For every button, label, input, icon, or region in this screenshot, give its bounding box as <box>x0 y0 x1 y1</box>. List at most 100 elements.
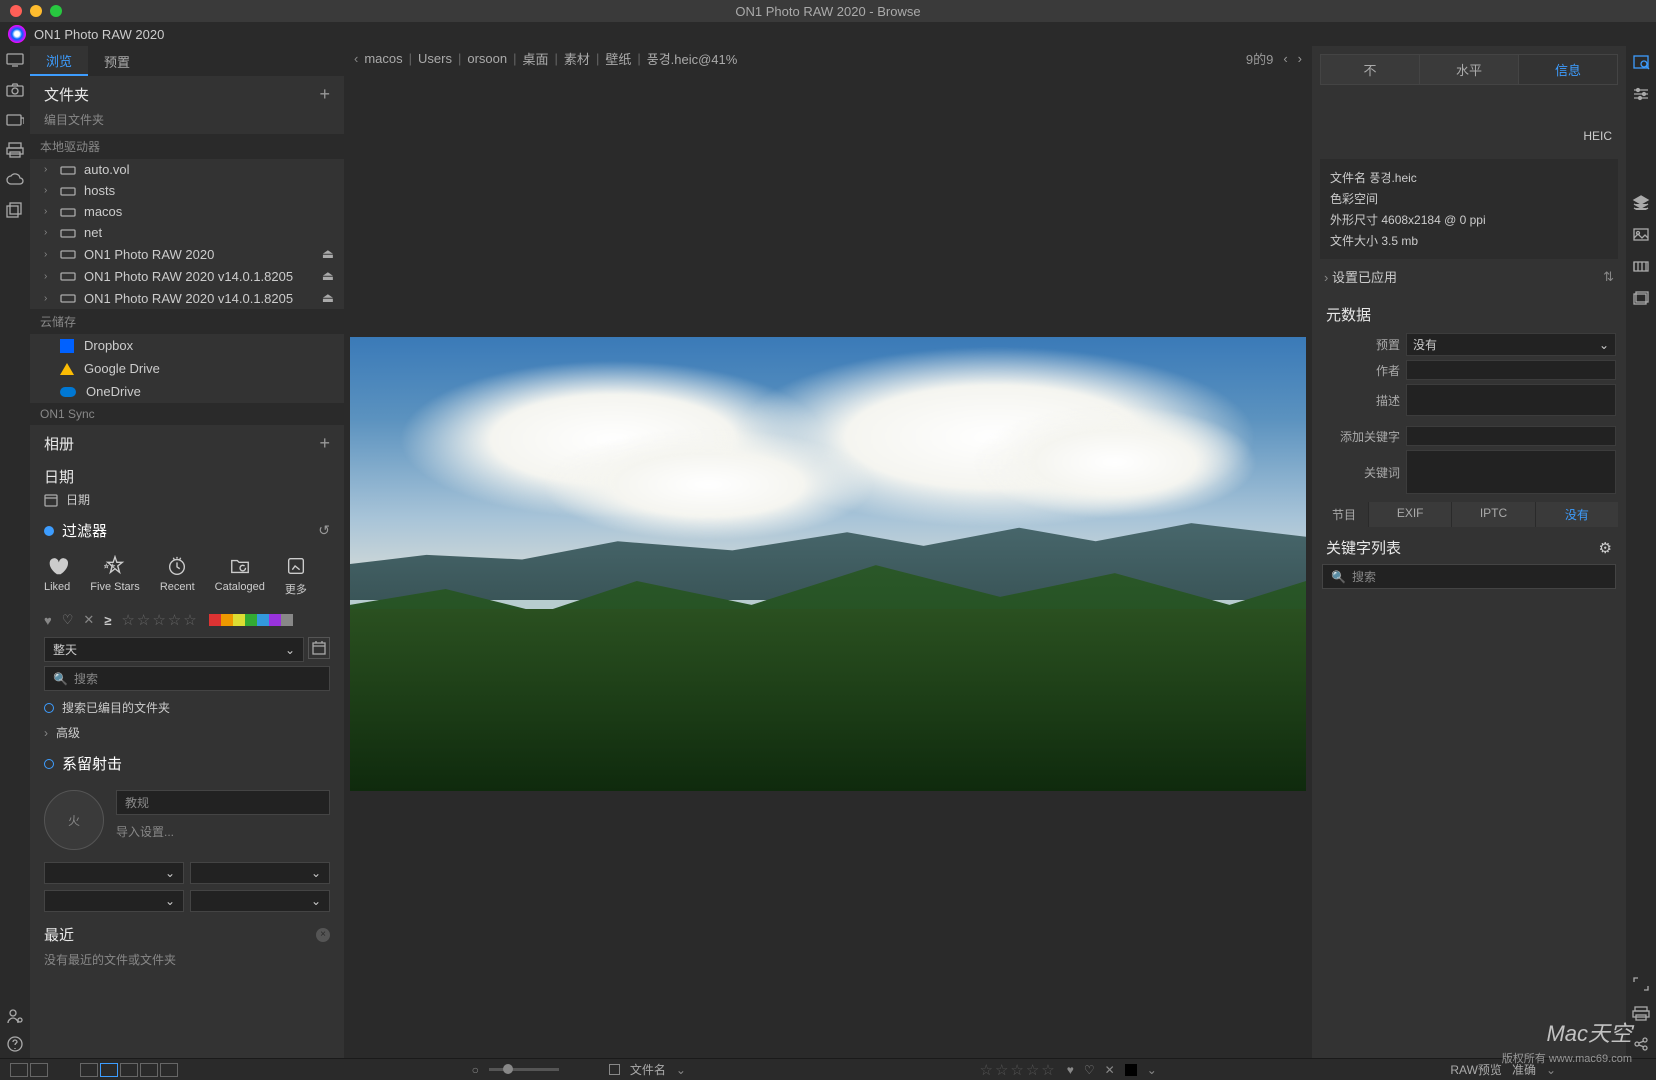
copy-icon[interactable] <box>6 202 24 218</box>
maximize-window[interactable] <box>50 5 62 17</box>
sort-asc-icon[interactable]: ○ <box>472 1063 479 1077</box>
print-icon[interactable] <box>1632 1006 1650 1022</box>
nav-back-button[interactable]: ‹ <box>354 51 358 66</box>
help-icon[interactable] <box>6 1036 24 1052</box>
user-settings-icon[interactable] <box>6 1008 24 1024</box>
footer-color-label[interactable] <box>1125 1064 1137 1076</box>
cloud-dropbox[interactable]: Dropbox <box>30 334 344 357</box>
stack-icon[interactable] <box>1632 290 1650 306</box>
filter-liked[interactable]: Liked <box>44 555 70 597</box>
close-window[interactable] <box>10 5 22 17</box>
gte-icon[interactable]: ≥ <box>104 613 111 628</box>
time-dropdown[interactable]: 整天⌄ <box>44 637 304 662</box>
tether-dd2[interactable]: ⌄ <box>190 862 330 884</box>
folder-item[interactable]: ›ON1 Photo RAW 2020⏏ <box>30 243 344 265</box>
footer-rating[interactable]: ☆☆☆☆☆ <box>980 1061 1057 1079</box>
filter-more[interactable]: 更多 <box>285 555 307 597</box>
view-map[interactable] <box>160 1063 178 1077</box>
tab-presets[interactable]: 预置 <box>88 46 146 76</box>
folder-item[interactable]: ›macos <box>30 201 344 222</box>
image-viewer[interactable] <box>344 70 1312 1058</box>
cloud-onedrive[interactable]: OneDrive <box>30 380 344 403</box>
folder-item[interactable]: ›hosts <box>30 180 344 201</box>
fire-button[interactable]: 火 <box>44 790 104 850</box>
heart-fill-icon[interactable]: ♥ <box>1067 1063 1074 1077</box>
tether-name-field[interactable]: 教规 <box>116 790 330 815</box>
cloud-gdrive[interactable]: Google Drive <box>30 357 344 380</box>
swatch-gray[interactable] <box>281 614 293 626</box>
filter-cataloged[interactable]: Cataloged <box>215 555 265 597</box>
sliders-icon[interactable] <box>1632 86 1650 102</box>
tether-dd3[interactable]: ⌄ <box>44 890 184 912</box>
minimize-window[interactable] <box>30 5 42 17</box>
date-item[interactable]: 日期 <box>30 487 344 512</box>
keywords-input[interactable] <box>1406 450 1616 494</box>
crumb[interactable]: orsoon <box>467 51 507 66</box>
settings-applied-expander[interactable]: › 设置已应用 ⇅ <box>1312 259 1626 294</box>
reject-icon[interactable]: ✕ <box>1105 1063 1115 1077</box>
prev-image-button[interactable]: ‹ <box>1283 51 1287 66</box>
filename-sort[interactable]: 文件名 <box>630 1061 666 1078</box>
fullscreen-icon[interactable] <box>1632 976 1650 992</box>
keyword-search-input[interactable]: 🔍搜索 <box>1322 564 1616 589</box>
eject-icon[interactable]: ⏏ <box>322 246 334 262</box>
crumb[interactable]: macos <box>364 51 402 66</box>
filter-five-stars[interactable]: Five Stars <box>90 555 140 597</box>
add-album-button[interactable]: + <box>319 433 330 454</box>
swatch-purple[interactable] <box>269 614 281 626</box>
cloud-icon[interactable] <box>6 172 24 188</box>
description-input[interactable] <box>1406 384 1616 416</box>
print-icon[interactable] <box>6 142 24 158</box>
folder-item[interactable]: ›net <box>30 222 344 243</box>
preset-dropdown[interactable]: 没有⌄ <box>1406 333 1616 356</box>
layout-2[interactable] <box>30 1063 48 1077</box>
tether-dd4[interactable]: ⌄ <box>190 890 330 912</box>
filmstrip-icon[interactable] <box>1632 258 1650 274</box>
crumb[interactable]: Users <box>418 51 452 66</box>
author-input[interactable] <box>1406 360 1616 380</box>
star-rating[interactable]: ☆☆☆☆☆ <box>121 611 198 629</box>
tether-dd1[interactable]: ⌄ <box>44 862 184 884</box>
accurate-button[interactable]: 准确 <box>1512 1061 1536 1078</box>
view-film[interactable] <box>120 1063 138 1077</box>
add-keyword-input[interactable] <box>1406 426 1616 446</box>
heart-outline-icon[interactable]: ♡ <box>1084 1063 1095 1077</box>
share-icon[interactable] <box>1632 1036 1650 1052</box>
swatch-orange[interactable] <box>221 614 233 626</box>
reset-filters-button[interactable]: ↺ <box>318 522 330 539</box>
tab-iptc[interactable]: IPTC <box>1451 502 1534 527</box>
tab-exif[interactable]: EXIF <box>1368 502 1451 527</box>
layers-icon[interactable] <box>1632 194 1650 210</box>
view-single[interactable] <box>100 1063 118 1077</box>
gear-icon[interactable]: ⚙ <box>1599 539 1612 557</box>
swatch-green[interactable] <box>245 614 257 626</box>
folder-item[interactable]: ›auto.vol <box>30 159 344 180</box>
image-icon[interactable] <box>1632 226 1650 242</box>
folder-item[interactable]: ›ON1 Photo RAW 2020 v14.0.1.8205⏏ <box>30 265 344 287</box>
reject-icon[interactable]: ✕ <box>83 612 94 628</box>
tab-none[interactable]: 不 <box>1321 55 1419 84</box>
add-folder-button[interactable]: + <box>319 84 330 105</box>
square-icon[interactable] <box>609 1064 620 1075</box>
zoom-fit-icon[interactable] <box>1632 54 1650 70</box>
tab-level[interactable]: 水平 <box>1419 55 1518 84</box>
folder-item[interactable]: ›ON1 Photo RAW 2020 v14.0.1.8205⏏ <box>30 287 344 309</box>
tab-info[interactable]: 信息 <box>1518 55 1617 84</box>
heart-outline-icon[interactable]: ♡ <box>62 612 74 628</box>
next-image-button[interactable]: › <box>1298 51 1302 66</box>
import-settings-link[interactable]: 导入设置... <box>116 823 330 840</box>
layout-1[interactable] <box>10 1063 28 1077</box>
filter-search-input[interactable]: 🔍搜索 <box>44 666 330 691</box>
camera-icon[interactable] <box>6 82 24 98</box>
tab-meta-none[interactable]: 没有 <box>1535 502 1618 527</box>
clear-recent-button[interactable]: × <box>316 928 330 942</box>
filter-recent[interactable]: Recent <box>160 555 195 597</box>
crumb[interactable]: 素材 <box>564 49 590 68</box>
heart-fill-icon[interactable]: ♥ <box>44 613 52 628</box>
crumb[interactable]: 桌面 <box>523 49 549 68</box>
eject-icon[interactable]: ⏏ <box>322 290 334 306</box>
zoom-slider[interactable] <box>489 1068 559 1071</box>
calendar-button[interactable] <box>308 637 330 659</box>
advanced-toggle[interactable]: ›高级 <box>30 720 344 745</box>
view-compare[interactable] <box>140 1063 158 1077</box>
